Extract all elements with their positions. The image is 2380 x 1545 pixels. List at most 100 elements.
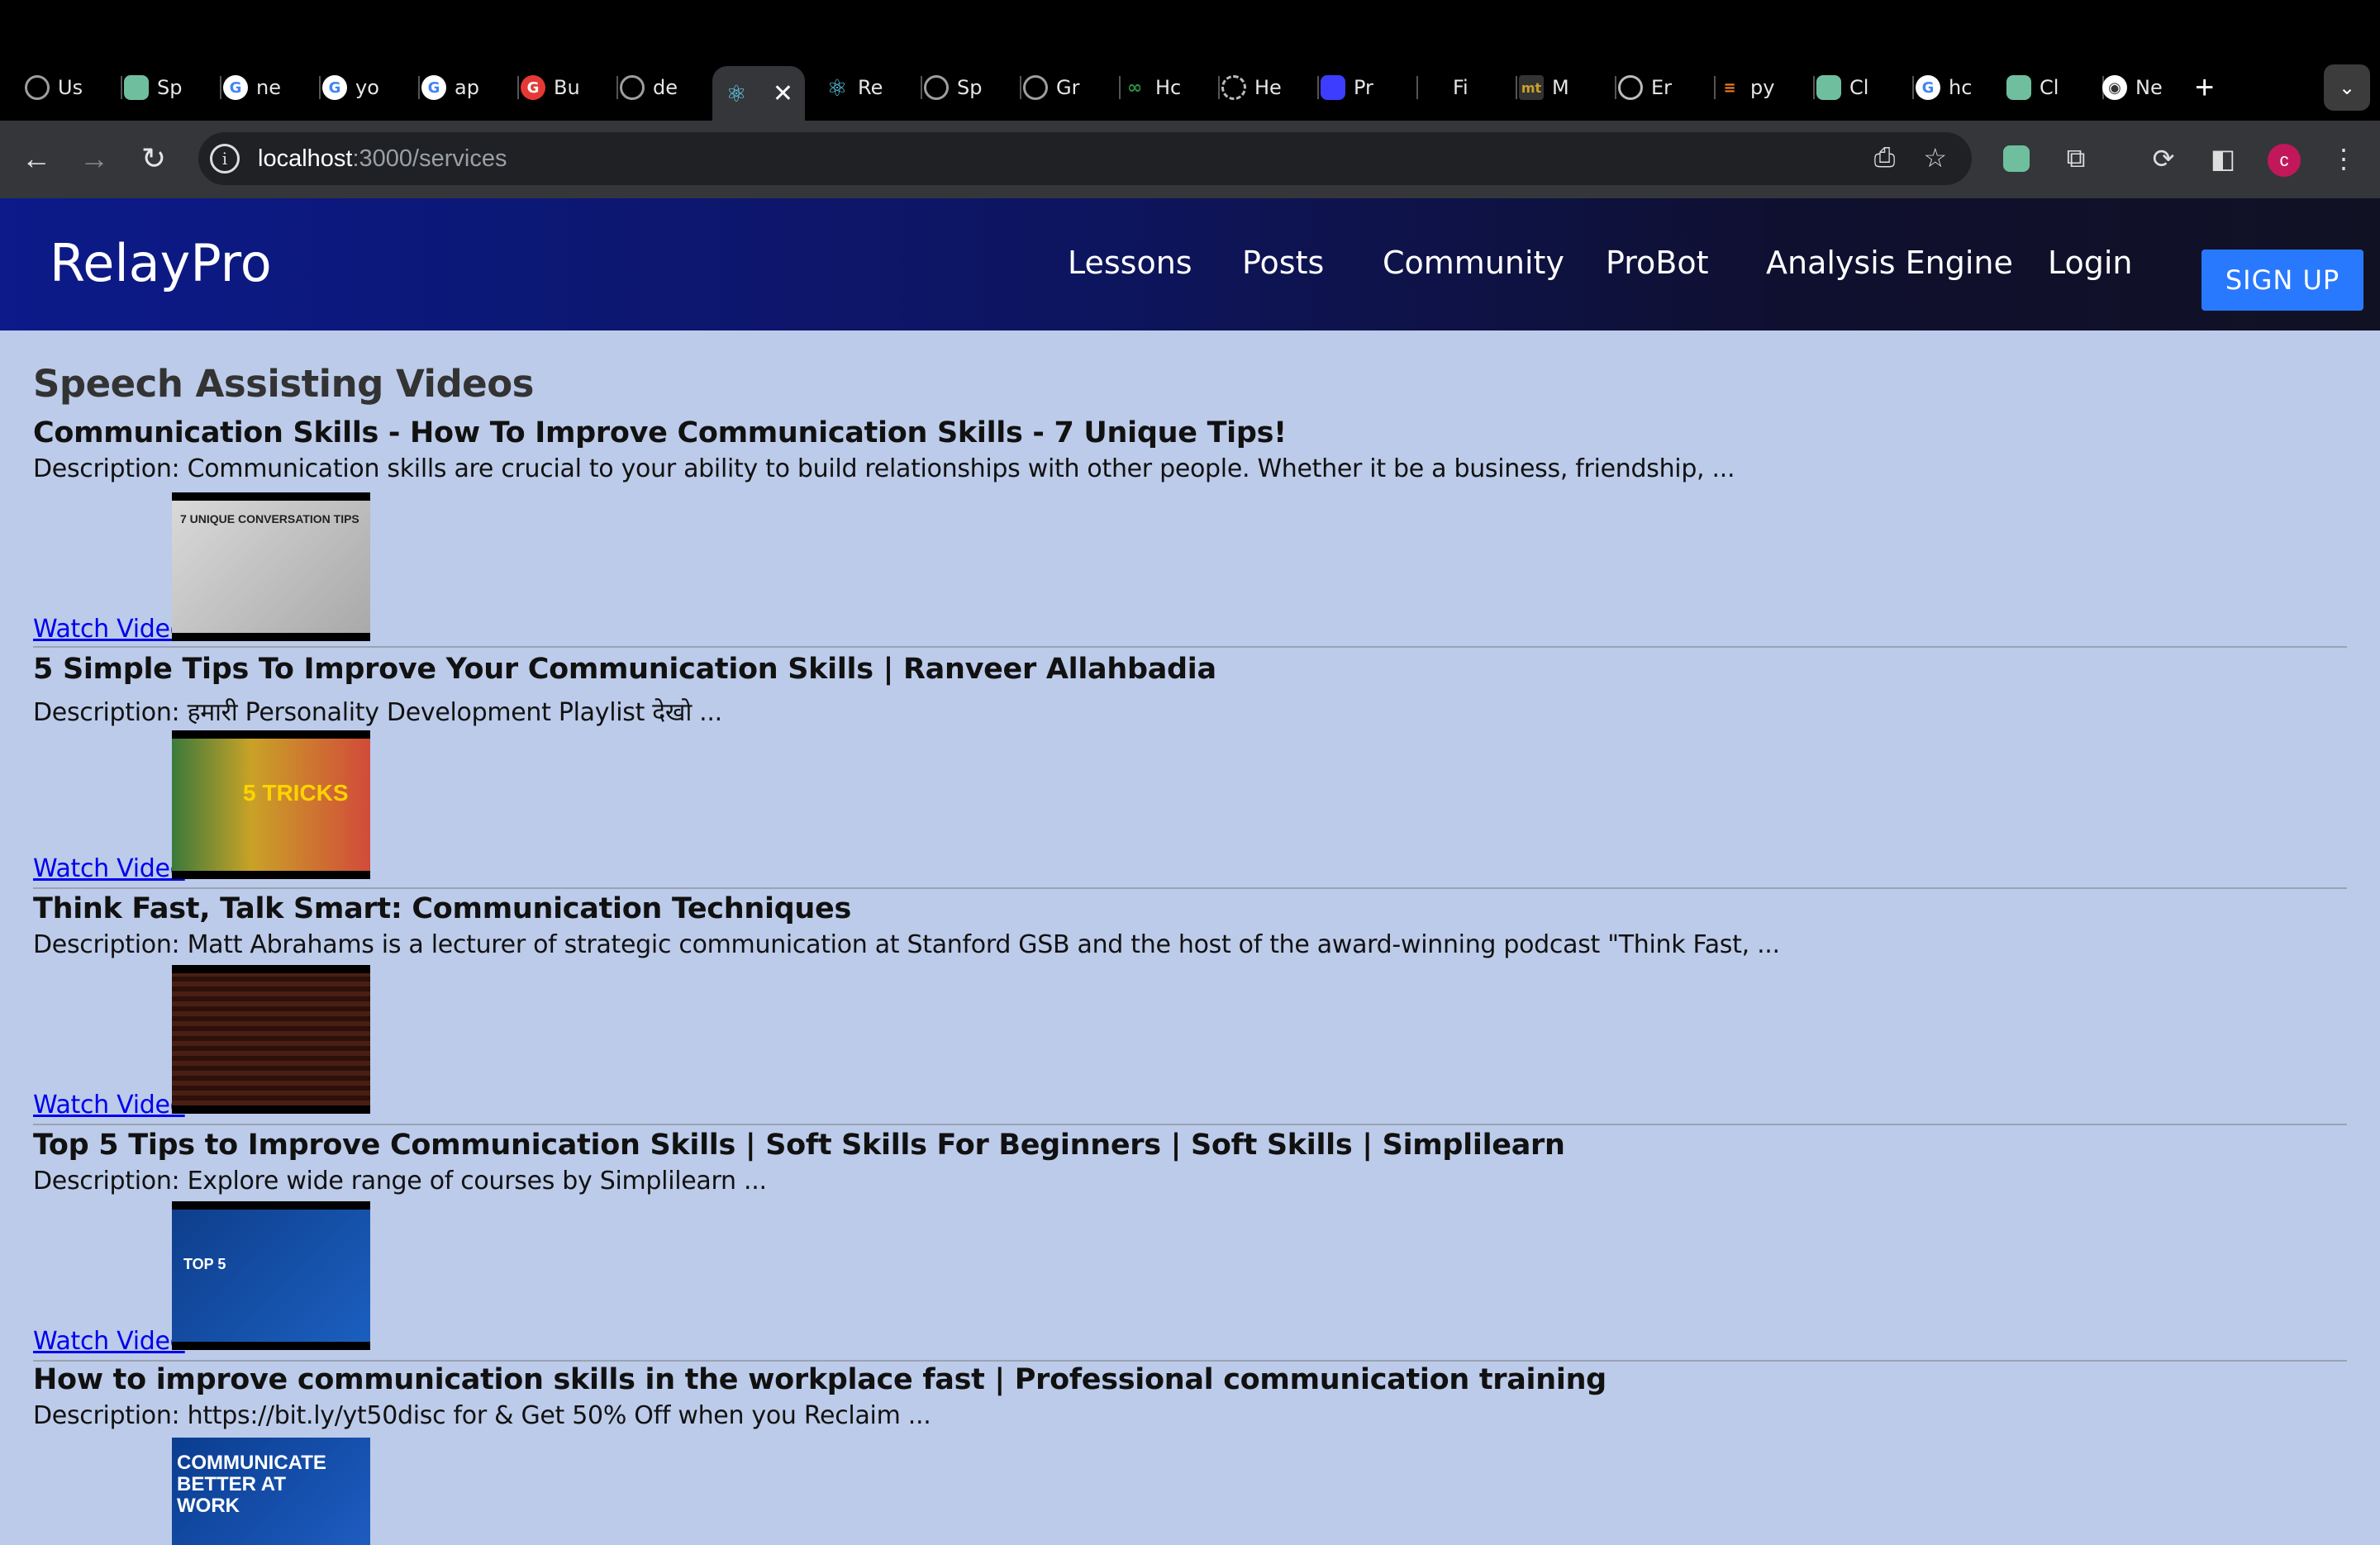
video-title: Think Fast, Talk Smart: Communication Te…: [33, 892, 852, 925]
settings-icon: [25, 75, 50, 100]
tab-label: Bu: [554, 76, 580, 99]
tab-label: Gr: [1056, 76, 1080, 99]
browser-tab[interactable]: ⚛ Re: [825, 66, 922, 109]
browser-tab[interactable]: ∞ Hc: [1122, 66, 1220, 109]
chevron-down-icon: ⌄: [2338, 76, 2356, 99]
watch-video-link[interactable]: Watch Video: [33, 1091, 185, 1120]
watch-video-link[interactable]: Watch Video: [33, 1327, 185, 1356]
browser-tab[interactable]: Sp: [124, 66, 221, 109]
bookmark-star-icon[interactable]: ☆: [1923, 142, 1947, 174]
arrow-right-icon: →: [79, 141, 109, 175]
tab-label: Cl: [1849, 76, 1869, 99]
signup-button[interactable]: SIGN UP: [2202, 250, 2363, 311]
performance-icon[interactable]: ⟳: [2142, 137, 2185, 180]
blank-icon: [1420, 75, 1445, 100]
new-tab-button[interactable]: +: [2195, 69, 2214, 107]
browser-tab[interactable]: Gne: [223, 66, 321, 109]
settings-icon: [924, 75, 949, 100]
browser-tab[interactable]: Er: [1618, 66, 1716, 109]
video-title: How to improve communication skills in t…: [33, 1363, 1606, 1396]
openai-icon: [124, 75, 149, 100]
back-button[interactable]: ←: [15, 137, 58, 180]
forward-button[interactable]: →: [73, 137, 116, 180]
video-description: Description: Matt Abrahams is a lecturer…: [33, 930, 1780, 959]
kebab-menu-icon[interactable]: ⋮: [2322, 137, 2365, 180]
browser-tab[interactable]: Fi: [1420, 66, 1517, 109]
nav-posts[interactable]: Posts: [1242, 245, 1324, 281]
browser-tab[interactable]: Cl: [2006, 66, 2104, 109]
nav-community[interactable]: Community: [1383, 245, 1564, 281]
watch-video-link[interactable]: Watch Video: [33, 615, 185, 644]
tab-label: ne: [256, 76, 281, 99]
close-icon[interactable]: ✕: [773, 79, 793, 108]
nav-lessons[interactable]: Lessons: [1068, 245, 1192, 281]
tab-label: Pr: [1354, 76, 1373, 99]
browser-tab[interactable]: G Bu: [521, 66, 618, 109]
openai-icon: [1816, 75, 1841, 100]
video-thumbnail[interactable]: 5 TRICKS: [172, 730, 370, 879]
nav-analysis-engine[interactable]: Analysis Engine: [1766, 245, 2013, 281]
divider: [33, 646, 2347, 648]
divider: [33, 1360, 2347, 1362]
browser-tab[interactable]: Gr: [1023, 66, 1121, 109]
tab-search-button[interactable]: ⌄: [2324, 64, 2370, 111]
browser-tab[interactable]: mt M: [1519, 66, 1616, 109]
browser-tab[interactable]: Gap: [421, 66, 519, 109]
address-bar[interactable]: i localhost:3000/services ⎙ ☆: [198, 132, 1972, 185]
reload-button[interactable]: ↻: [132, 137, 175, 180]
browser-tab[interactable]: Gyo: [322, 66, 420, 109]
browser-tab[interactable]: de: [620, 66, 717, 109]
tab-label: py: [1750, 76, 1775, 99]
site-info-icon[interactable]: i: [210, 144, 240, 174]
video-title: 5 Simple Tips To Improve Your Communicat…: [33, 653, 1216, 686]
browser-tab-active[interactable]: ⚛ ✕: [712, 66, 805, 121]
url-host: localhost: [258, 145, 353, 172]
side-panel-icon[interactable]: ◧: [2202, 137, 2244, 180]
tab-label: Hc: [1155, 76, 1182, 99]
grammarly-icon: G: [521, 75, 545, 100]
loading-icon: [1221, 75, 1246, 100]
google-icon: G: [223, 75, 248, 100]
browser-toolbar: ← → ↻ i localhost:3000/services ⎙ ☆ ⧉ ⟳ …: [0, 121, 2380, 200]
browser-tab[interactable]: Sp: [924, 66, 1021, 109]
install-app-icon[interactable]: ⎙: [1874, 142, 1896, 174]
mt-icon: mt: [1519, 75, 1544, 100]
section-title: Speech Assisting Videos: [33, 362, 534, 406]
extensions-puzzle-icon[interactable]: ⧉: [2054, 137, 2097, 180]
browser-tab[interactable]: ≡ py: [1717, 66, 1815, 109]
tab-label: Er: [1651, 76, 1673, 99]
nav-login[interactable]: Login: [2048, 245, 2133, 281]
browser-tab[interactable]: Ghc: [1916, 66, 2013, 109]
tab-label: He: [1254, 76, 1282, 99]
browser-tab[interactable]: Us: [25, 66, 122, 109]
thumbnail-text: TOP 5: [183, 1256, 226, 1272]
video-thumbnail[interactable]: TOP 5: [172, 1201, 370, 1350]
video-thumbnail[interactable]: COMMUNICATE BETTER AT WORK: [172, 1438, 370, 1545]
openai-extension-icon[interactable]: [1995, 137, 2038, 180]
tab-label: M: [1552, 76, 1569, 99]
chrome-icon: ◉: [2102, 75, 2127, 100]
url-path: :3000/services: [352, 145, 507, 172]
google-icon: G: [1916, 75, 1940, 100]
watch-video-link[interactable]: Watch Video: [33, 854, 185, 883]
tab-label: Cl: [2040, 76, 2059, 99]
browser-tab[interactable]: ◉ Ne: [2102, 66, 2185, 109]
video-description: Description: Explore wide range of cours…: [33, 1167, 767, 1196]
brand-logo[interactable]: RelayPro: [50, 233, 272, 293]
browser-tab[interactable]: Pr: [1321, 66, 1418, 109]
settings-icon: [620, 75, 645, 100]
nav-probot[interactable]: ProBot: [1606, 245, 1709, 281]
video-thumbnail[interactable]: [172, 965, 370, 1114]
tab-label: Re: [858, 76, 883, 99]
video-title: Communication Skills - How To Improve Co…: [33, 416, 1287, 449]
profile-avatar[interactable]: c: [2268, 144, 2301, 177]
browser-tab[interactable]: He: [1221, 66, 1319, 109]
browser-tab[interactable]: Cl: [1816, 66, 1914, 109]
divider: [33, 1124, 2347, 1125]
react-icon: ⚛: [726, 79, 747, 107]
tab-label: hc: [1949, 76, 1973, 99]
tab-label: Sp: [957, 76, 983, 99]
video-thumbnail[interactable]: 7 UNIQUE CONVERSATION TIPS: [172, 492, 370, 641]
tab-label: Ne: [2135, 76, 2163, 99]
divider: [33, 887, 2347, 889]
